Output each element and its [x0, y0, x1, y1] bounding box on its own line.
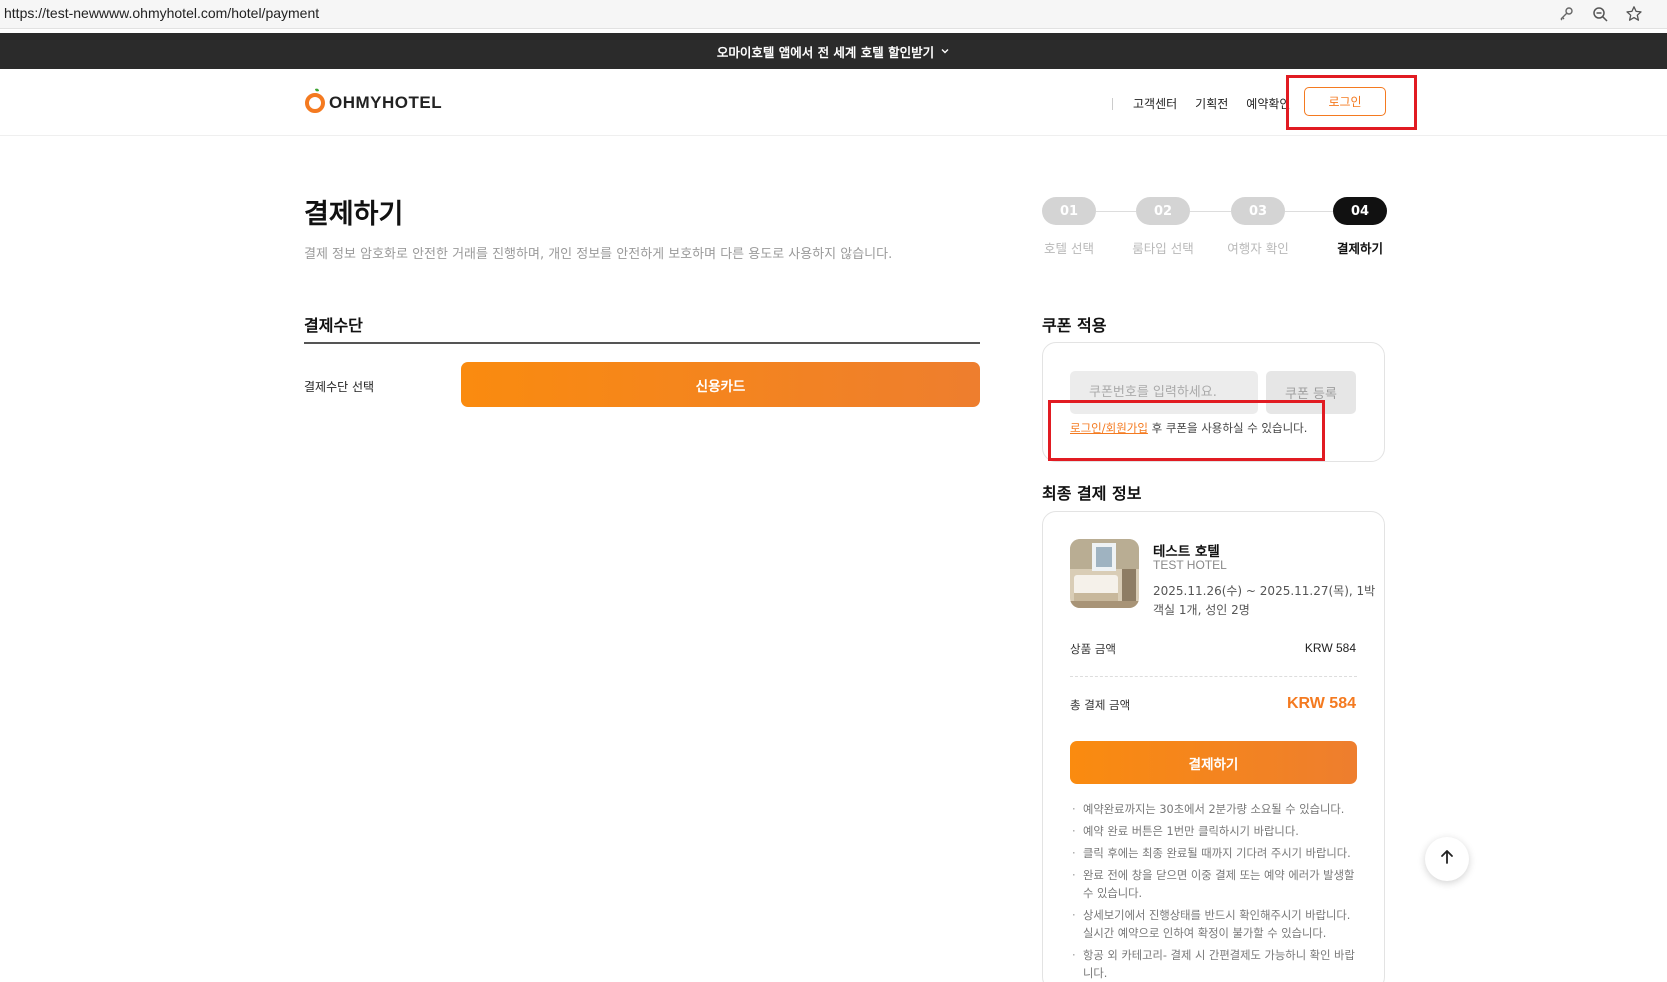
- total-amount-value: KRW 584: [1286, 695, 1356, 712]
- app-promo-banner[interactable]: 오마이호텔 앱에서 전 세계 호텔 할인받기: [0, 33, 1667, 69]
- room-guests: 객실 1개, 성인 2명: [1153, 603, 1250, 617]
- step-connector: [1096, 211, 1136, 212]
- star-icon[interactable]: [1623, 3, 1645, 25]
- step-3-number: 03: [1231, 197, 1285, 225]
- chevron-down-icon: [940, 44, 950, 59]
- dashed-divider: [1070, 676, 1357, 677]
- product-amount-label: 상품 금액: [1070, 642, 1116, 656]
- hotel-name: 테스트 호텔: [1153, 544, 1220, 560]
- stay-dates: 2025.11.26(수) ~ 2025.11.27(목), 1박: [1153, 584, 1376, 598]
- promo-text: 오마이호텔 앱에서 전 세계 호텔 할인받기: [716, 44, 935, 60]
- final-payment-title: 최종 결제 정보: [1042, 484, 1142, 503]
- step-connector: [1285, 211, 1333, 212]
- logo[interactable]: OHMYHOTEL: [304, 87, 442, 119]
- note-item: 항공 외 카테고리- 결제 시 간편결제도 가능하니 확인 바랍니다.: [1072, 947, 1362, 982]
- highlight-box-coupon-note: [1048, 400, 1325, 461]
- step-3-label: 여행자 확인: [1227, 241, 1289, 256]
- browser-address-bar: https://test-newwww.ohmyhotel.com/hotel/…: [0, 0, 1667, 29]
- credit-card-button[interactable]: 신용카드: [461, 362, 980, 407]
- note-item: 클릭 후에는 최종 완료될 때까지 기다려 주시기 바랍니다.: [1072, 845, 1362, 863]
- section-divider: [304, 342, 980, 344]
- orange-logo-icon: [304, 87, 326, 119]
- hotel-thumbnail: [1070, 539, 1139, 608]
- page-title: 결제하기: [304, 199, 404, 230]
- page-description: 결제 정보 암호화로 안전한 거래를 진행하며, 개인 정보를 안전하게 보호하…: [304, 247, 893, 262]
- browser-toolbar-icons: [1555, 3, 1645, 25]
- url-field[interactable]: https://test-newwww.ohmyhotel.com/hotel/…: [4, 5, 319, 21]
- hotel-name-en: TEST HOTEL: [1153, 558, 1227, 572]
- step-1-number: 01: [1042, 197, 1096, 225]
- step-2-number: 02: [1136, 197, 1190, 225]
- step-connector: [1190, 211, 1231, 212]
- step-4-number: 04: [1333, 197, 1387, 225]
- product-amount-value: KRW 584: [1304, 641, 1356, 655]
- note-item: 예약 완료 버튼은 1번만 클릭하시기 바랍니다.: [1072, 823, 1362, 841]
- nav-promotions[interactable]: 기획전: [1195, 95, 1228, 112]
- logo-text: OHMYHOTEL: [329, 93, 443, 112]
- step-2-label: 룸타입 선택: [1132, 241, 1194, 256]
- step-1-label: 호텔 선택: [1044, 241, 1094, 256]
- header-nav: 고객센터 기획전 예약확인: [1112, 95, 1308, 112]
- scroll-to-top-button[interactable]: [1425, 837, 1469, 881]
- step-4-label: 결제하기: [1336, 241, 1384, 256]
- note-item: 예약완료까지는 30초에서 2분가량 소요될 수 있습니다.: [1072, 801, 1362, 819]
- payment-method-title: 결제수단: [304, 316, 363, 335]
- payment-notes: 예약완료까지는 30초에서 2분가량 소요될 수 있습니다. 예약 완료 버튼은…: [1072, 801, 1362, 982]
- highlight-box-login: [1286, 75, 1417, 130]
- pay-button[interactable]: 결제하기: [1070, 741, 1357, 784]
- key-icon[interactable]: [1555, 3, 1577, 25]
- total-amount-label: 총 결제 금액: [1070, 698, 1131, 712]
- nav-customer-center[interactable]: 고객센터: [1133, 95, 1177, 112]
- note-item: 완료 전에 창을 닫으면 이중 결제 또는 예약 에러가 발생할 수 있습니다.: [1072, 867, 1362, 903]
- zoom-out-icon[interactable]: [1589, 3, 1611, 25]
- nav-divider: [1112, 97, 1113, 110]
- note-item: 상세보기에서 진행상태를 반드시 확인해주시기 바랍니다. 실시간 예약으로 인…: [1072, 907, 1362, 943]
- progress-steps: 01 02 03 04 호텔 선택 룸타입 선택 여행자 확인 결제하기: [1042, 197, 1387, 257]
- coupon-title: 쿠폰 적용: [1042, 316, 1107, 335]
- nav-reservation-check[interactable]: 예약확인: [1246, 95, 1290, 112]
- arrow-up-icon: [1439, 849, 1455, 869]
- payment-method-label: 결제수단 선택: [304, 380, 375, 394]
